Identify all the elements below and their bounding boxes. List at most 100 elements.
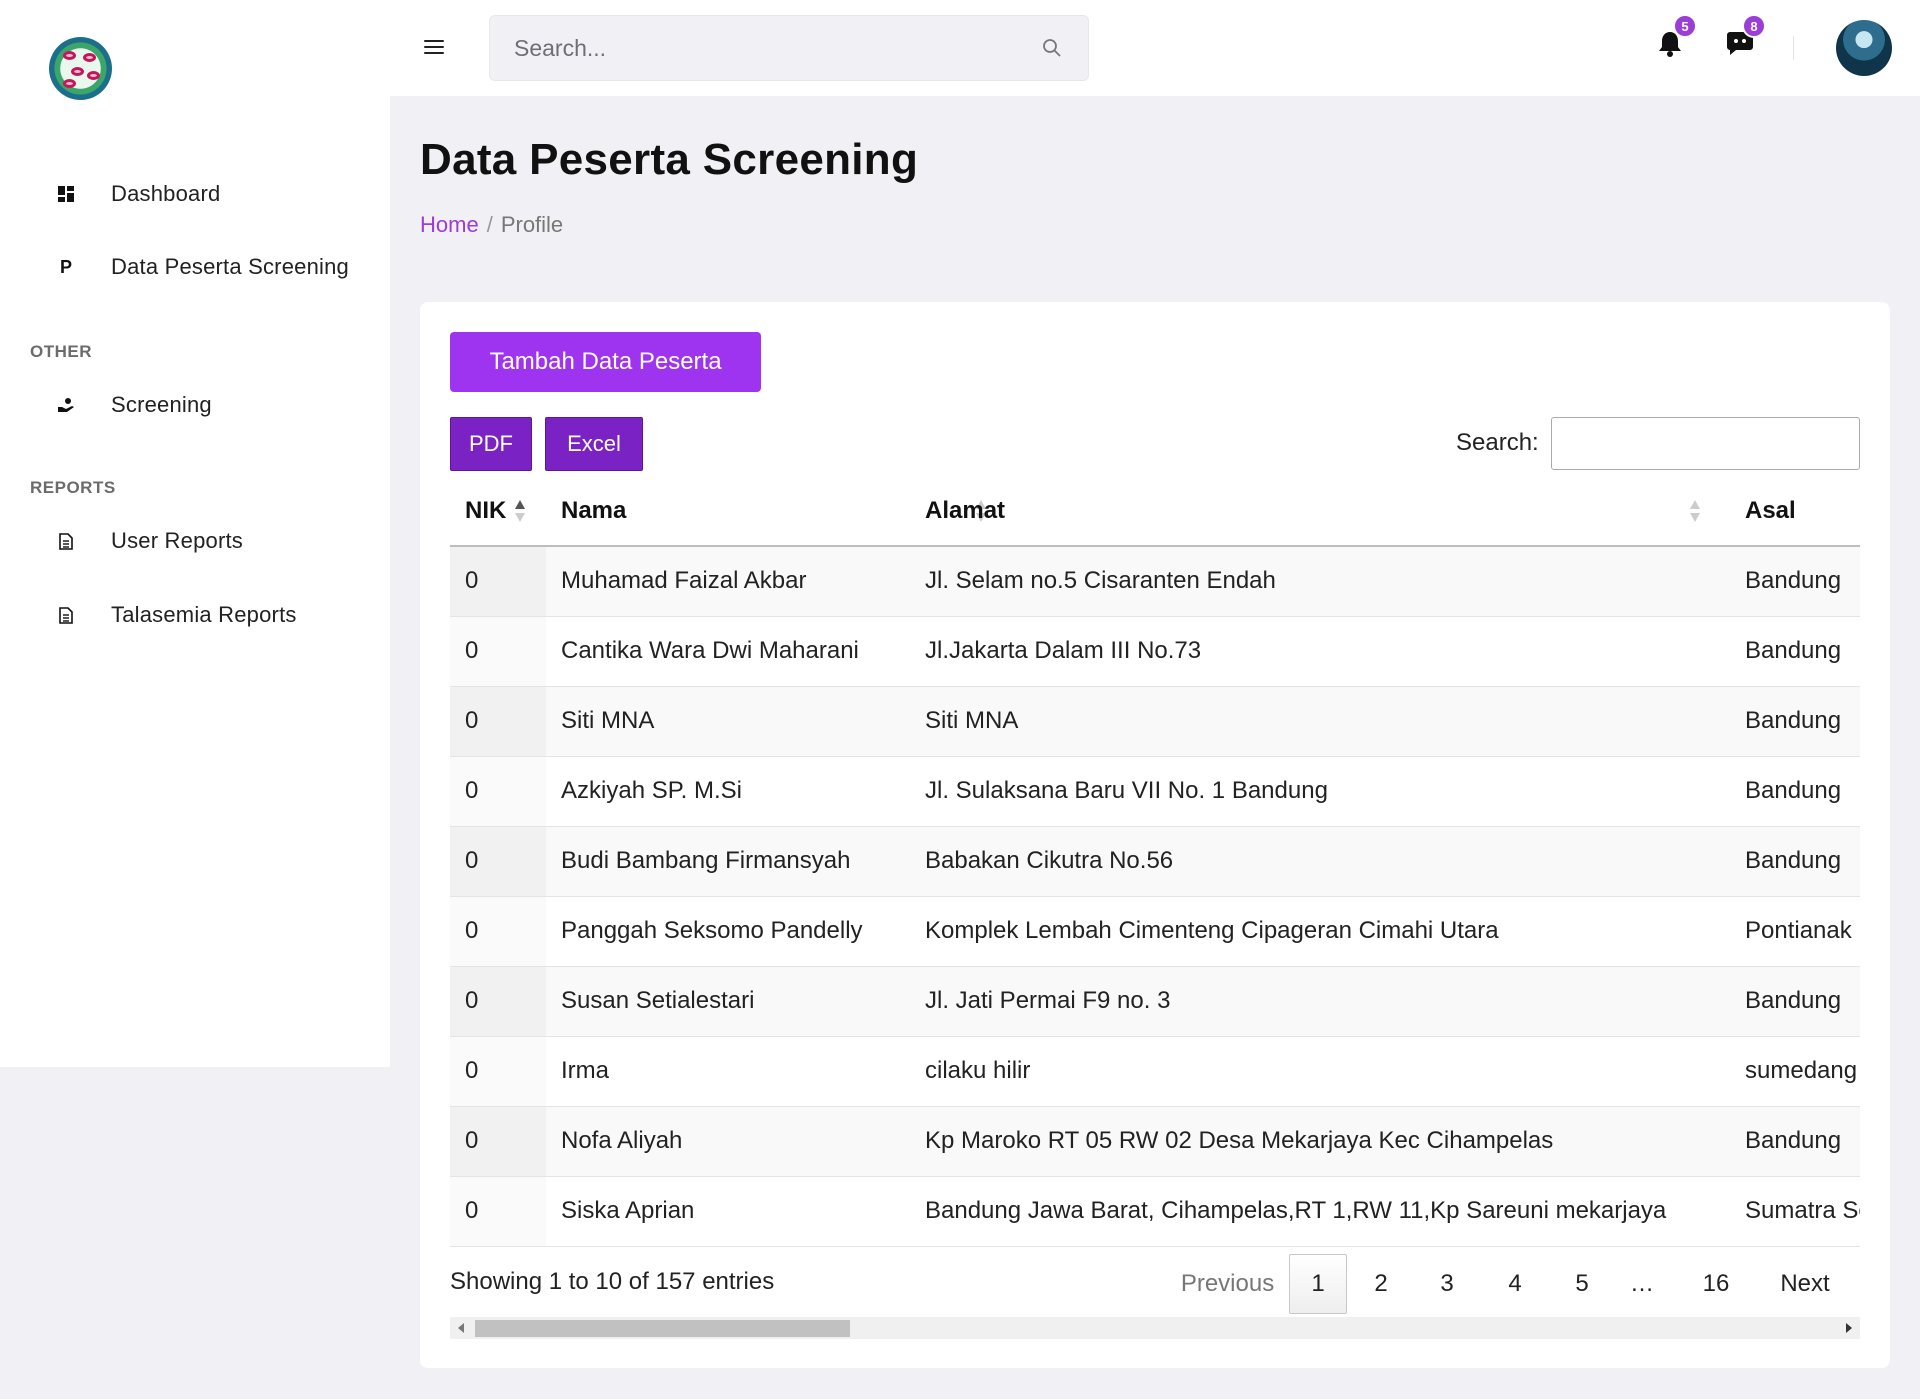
notifications-badge: 5 <box>1673 14 1697 38</box>
sidebar-item-label: Dashboard <box>111 181 221 206</box>
pagination-page-4[interactable]: 4 <box>1487 1254 1543 1314</box>
table-cell-alamat: Jl.Jakarta Dalam III No.73 <box>910 616 1730 687</box>
sidebar-item-screening[interactable]: Screening <box>0 381 390 429</box>
table-cell-nik: 0 <box>450 1036 546 1107</box>
sidebar-item-label: Data Peserta Screening <box>111 254 349 279</box>
sidebar-item-dashboard[interactable]: Dashboard <box>0 170 390 218</box>
table-cell-asal: Bandung <box>1730 546 1860 617</box>
top-bar: 5 8 <box>390 0 1920 96</box>
table-cell-nama: Susan Setialestari <box>546 966 910 1037</box>
table-cell-nama: Muhamad Faizal Akbar <box>546 546 910 617</box>
sidebar-item-data-peserta[interactable]: P Data Peserta Screening <box>0 243 390 291</box>
topbar-divider <box>1793 36 1794 60</box>
export-excel-button[interactable]: Excel <box>545 417 643 471</box>
table-cell-nama: Panggah Seksomo Pandelly <box>546 896 910 967</box>
sidebar-item-talasemia-reports[interactable]: Talasemia Reports <box>0 591 390 639</box>
table-header-row: NIK Nama Alamat Asal <box>450 477 1860 547</box>
sidebar-item-user-reports[interactable]: User Reports <box>0 517 390 565</box>
column-header-nik[interactable]: NIK <box>450 477 546 547</box>
table-cell-nik: 0 <box>450 756 546 827</box>
table-cell-nik: 0 <box>450 546 546 617</box>
table-cell-alamat: Komplek Lembah Cimenteng Cipageran Cimah… <box>910 896 1730 967</box>
table-row[interactable]: 0 Azkiyah SP. M.Si Jl. Sulaksana Baru VII … <box>450 756 1860 827</box>
horizontal-scrollbar[interactable] <box>450 1317 1860 1339</box>
table-cell-asal: Bandung <box>1730 616 1860 687</box>
table-search-label: Search: <box>1456 429 1539 456</box>
table-row[interactable]: 0 Muhamad Faizal Akbar Jl. Selam no.5 Cisa… <box>450 546 1860 617</box>
table-cell-asal: Bandung <box>1730 1106 1860 1177</box>
search-input[interactable] <box>490 16 1088 80</box>
user-avatar[interactable] <box>1836 20 1892 76</box>
table-cell-nama: Azkiyah SP. M.Si <box>546 756 910 827</box>
breadcrumb-separator: / <box>486 212 493 237</box>
pagination-next[interactable]: Next <box>1760 1254 1850 1314</box>
scroll-right-icon[interactable] <box>1846 1323 1852 1333</box>
table-row[interactable]: 0 Irma cilaku hilir sumedang <box>450 1036 1860 1107</box>
pagination-ellipsis: … <box>1630 1270 1654 1297</box>
table-cell-nik: 0 <box>450 1176 546 1247</box>
table-search-input[interactable] <box>1551 417 1860 470</box>
column-header-alamat[interactable]: Alamat <box>910 477 1730 547</box>
table-row[interactable]: 0 Nofa Aliyah Kp Maroko RT 05 RW 02 Desa M… <box>450 1106 1860 1177</box>
column-header-nama[interactable]: Nama <box>546 477 986 547</box>
table-cell-asal: Bandung <box>1730 756 1860 827</box>
sidebar-item-label: User Reports <box>111 528 243 553</box>
sort-icon <box>1690 500 1700 524</box>
search-icon[interactable] <box>1042 38 1062 58</box>
menu-toggle-icon[interactable] <box>424 40 444 56</box>
table-row[interactable]: 0 Siti MNA Siti MNA Bandung <box>450 686 1860 757</box>
participants-table: NIK Nama Alamat Asal 0 Muhamad Faizal Akb… <box>450 477 1860 1247</box>
table-cell-nik: 0 <box>450 896 546 967</box>
table-cell-nama: Siska Aprian <box>546 1176 910 1247</box>
table-cell-alamat: Jl. Jati Permai F9 no. 3 <box>910 966 1730 1037</box>
table-cell-asal: Pontianak <box>1730 896 1860 967</box>
table-cell-asal: sumedang <box>1730 1036 1860 1107</box>
table-cell-alamat: Bandung Jawa Barat, Cihampelas,RT 1,RW 1… <box>910 1176 1730 1247</box>
table-row[interactable]: 0 Siska Aprian Bandung Jawa Barat, Cihampe… <box>450 1176 1860 1247</box>
global-search <box>489 15 1089 81</box>
table-row[interactable]: 0 Susan Setialestari Jl. Jati Permai F9 no… <box>450 966 1860 1037</box>
table-cell-asal: Sumatra Selatan <box>1730 1176 1860 1247</box>
pagination-page-5[interactable]: 5 <box>1554 1254 1610 1314</box>
breadcrumb-current: Profile <box>500 212 564 237</box>
sidebar-item-label: Talasemia Reports <box>111 602 297 627</box>
pagination-page-2[interactable]: 2 <box>1353 1254 1409 1314</box>
hand-holding-icon <box>56 395 76 415</box>
page-title: Data Peserta Screening <box>420 135 919 184</box>
pagination-page-1[interactable]: 1 <box>1289 1254 1347 1314</box>
sidebar: Dashboard P Data Peserta Screening OTHER… <box>0 0 390 1067</box>
add-participant-button[interactable]: Tambah Data Peserta <box>450 332 761 392</box>
breadcrumb: Home / Profile <box>420 212 563 238</box>
dashboard-icon <box>56 184 76 204</box>
pagination-page-16[interactable]: 16 <box>1681 1254 1751 1314</box>
pagination-previous[interactable]: Previous <box>1170 1254 1285 1314</box>
scroll-left-icon[interactable] <box>458 1323 464 1333</box>
export-pdf-button[interactable]: PDF <box>450 417 532 471</box>
document-icon <box>56 605 76 625</box>
pagination-page-3[interactable]: 3 <box>1419 1254 1475 1314</box>
messages-button[interactable]: 8 <box>1726 14 1766 60</box>
table-info: Showing 1 to 10 of 157 entries <box>450 1268 775 1295</box>
section-title-reports: REPORTS <box>30 478 116 497</box>
column-header-asal[interactable]: Asal <box>1730 477 1860 547</box>
letter-p-icon: P <box>59 256 72 277</box>
table-row[interactable]: 0 Panggah Seksomo Pandelly Komplek Lembah … <box>450 896 1860 967</box>
table-row[interactable]: 0 Budi Bambang Firmansyah Babakan Cikutra … <box>450 826 1860 897</box>
app-logo[interactable] <box>49 37 112 100</box>
table-cell-nama: Nofa Aliyah <box>546 1106 910 1177</box>
table-cell-alamat: Jl. Selam no.5 Cisaranten Endah <box>910 546 1730 617</box>
table-cell-alamat: cilaku hilir <box>910 1036 1730 1107</box>
table-cell-nik: 0 <box>450 1106 546 1177</box>
table-row[interactable]: 0 Cantika Wara Dwi Maharani Jl.Jakarta Dal… <box>450 616 1860 687</box>
notifications-button[interactable]: 5 <box>1657 14 1697 60</box>
table-cell-alamat: Babakan Cikutra No.56 <box>910 826 1730 897</box>
breadcrumb-home-link[interactable]: Home <box>420 212 479 237</box>
table-cell-nama: Irma <box>546 1036 910 1107</box>
table-cell-alamat: Jl. Sulaksana Baru VII No. 1 Bandung <box>910 756 1730 827</box>
sort-asc-icon <box>515 500 525 524</box>
table-wrapper: Tambah Data Peserta PDF Excel Search: NI… <box>450 332 1860 1342</box>
table-cell-nik: 0 <box>450 826 546 897</box>
scrollbar-thumb[interactable] <box>475 1320 850 1337</box>
sidebar-item-label: Screening <box>111 392 212 417</box>
table-cell-alamat: Siti MNA <box>910 686 1730 757</box>
